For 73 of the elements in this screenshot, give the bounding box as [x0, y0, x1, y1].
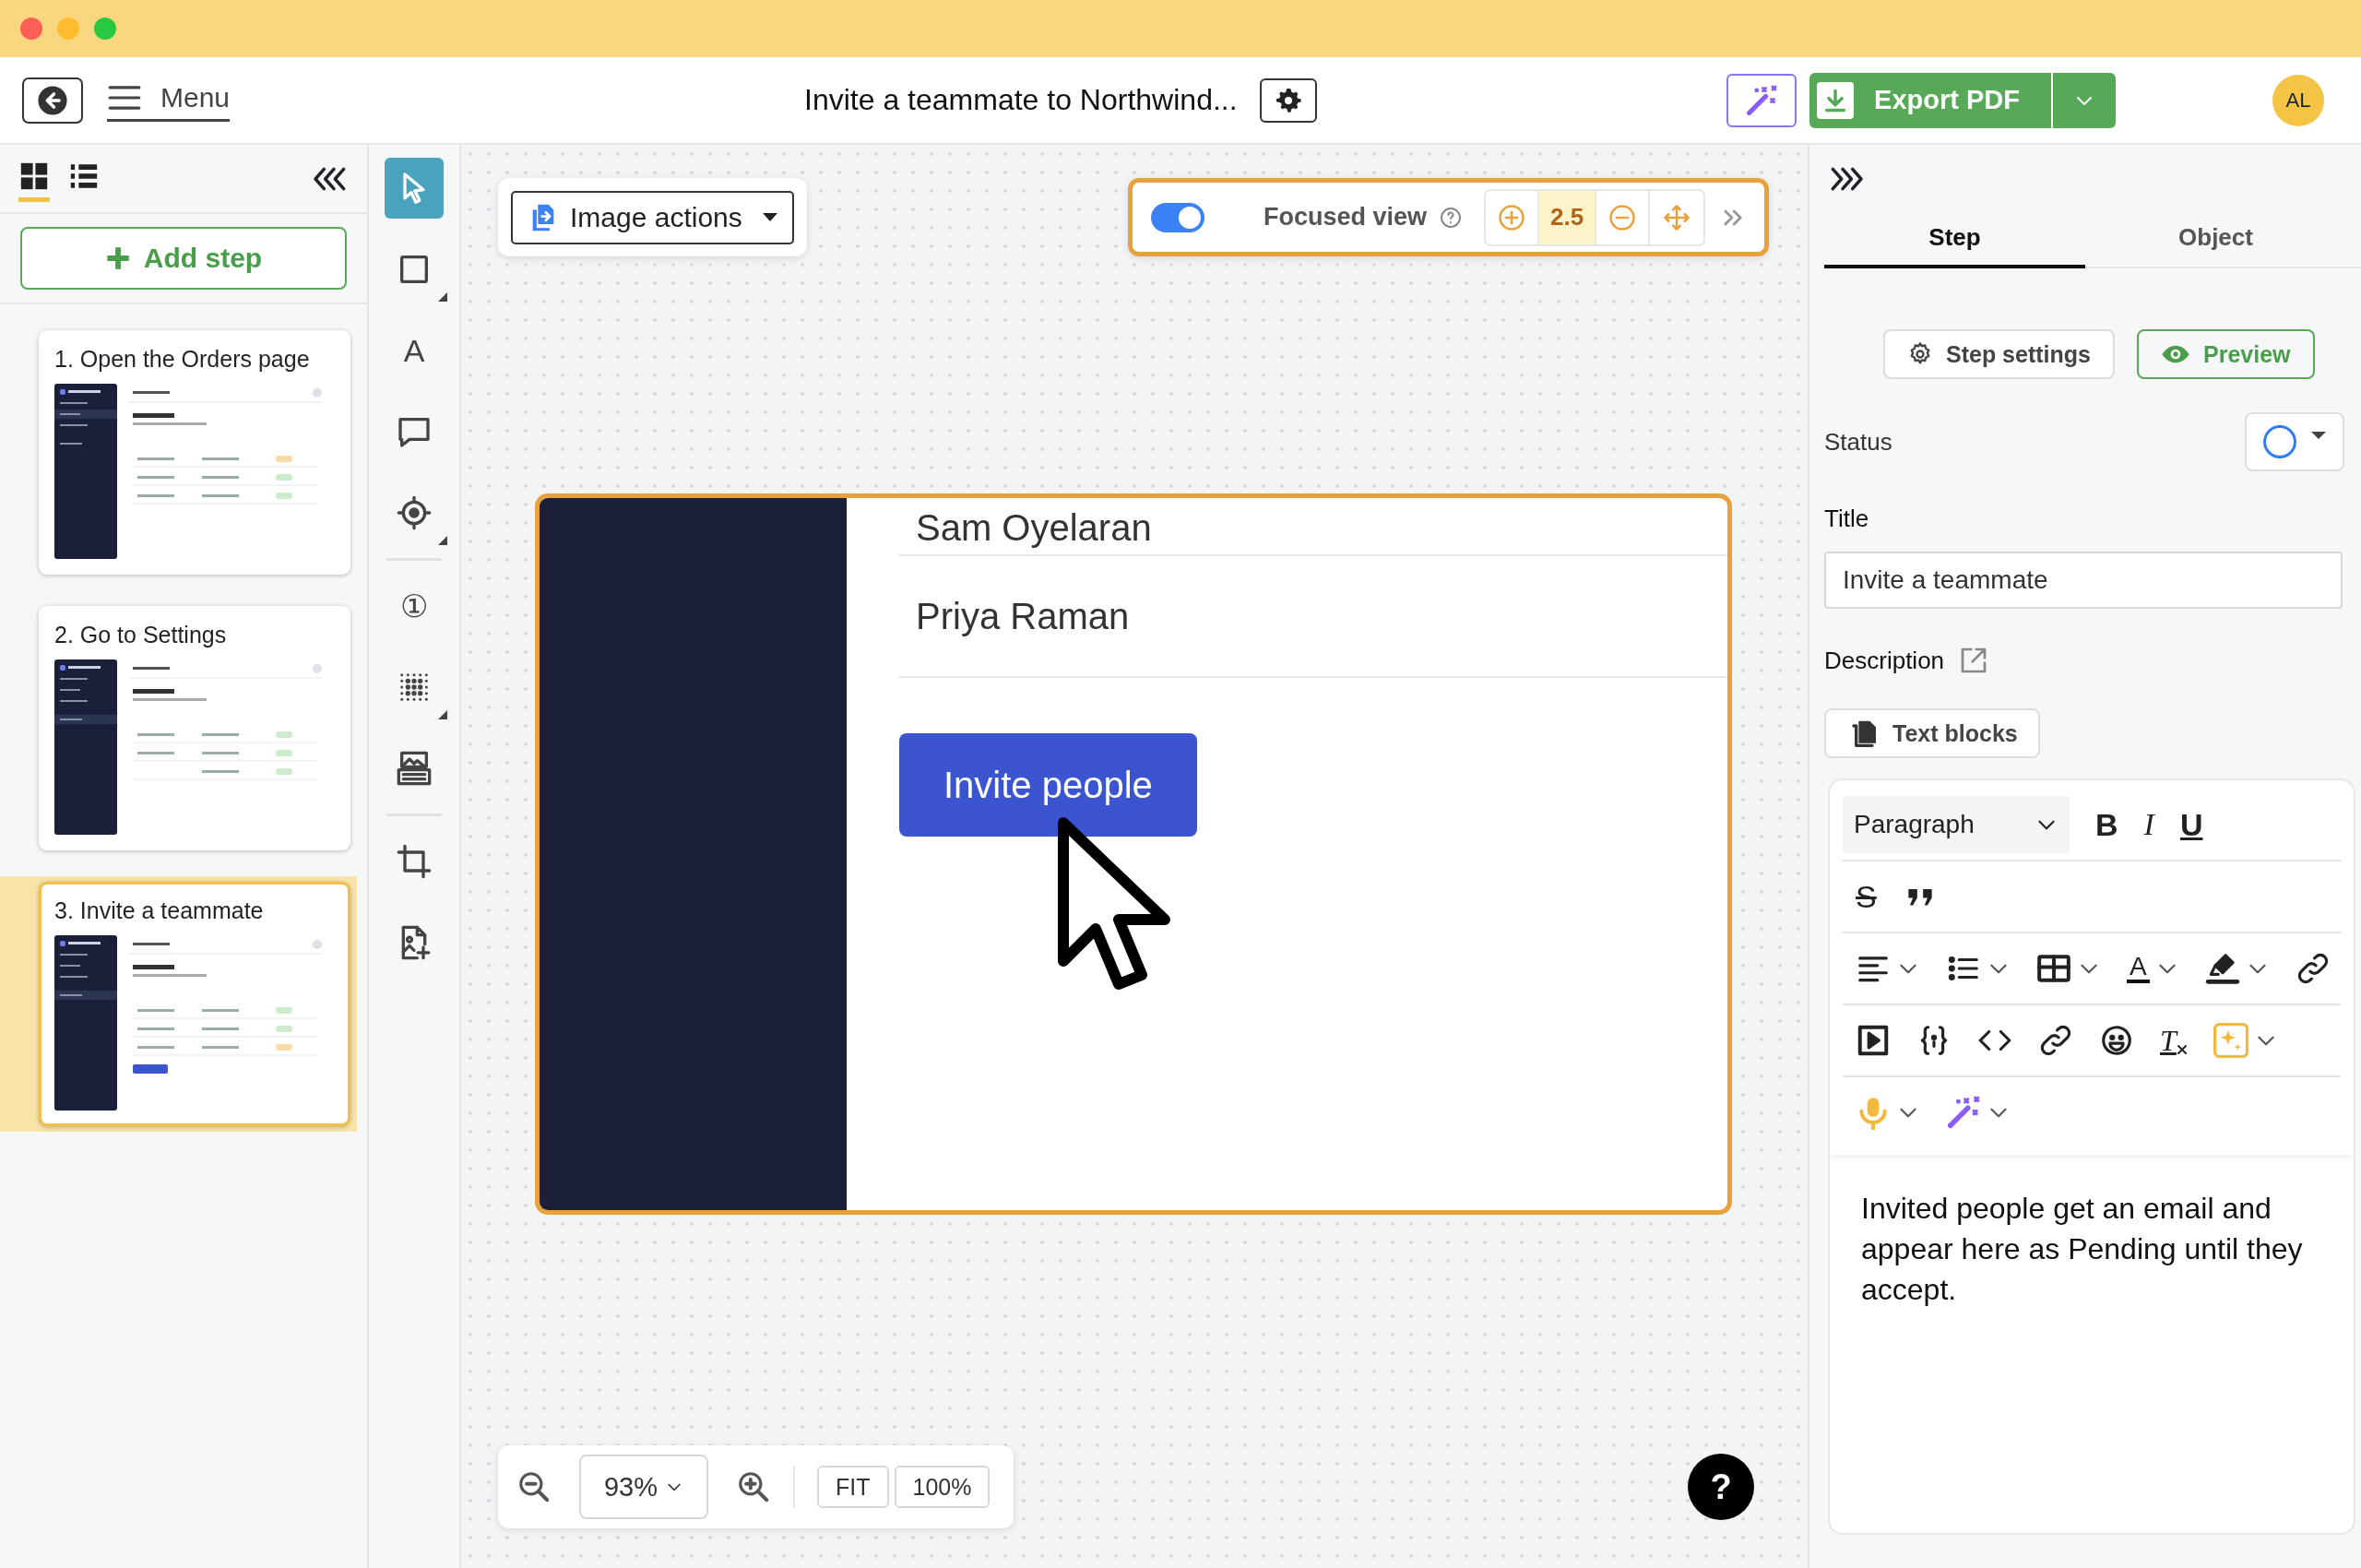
bold-button[interactable]: B [2095, 809, 2118, 840]
paragraph-style-dropdown[interactable]: Paragraph [1843, 796, 2070, 853]
select-tool-button[interactable] [385, 158, 444, 219]
title-input-field[interactable]: Invite a teammate [1824, 552, 2343, 609]
panel-tab[interactable]: Object [2085, 209, 2346, 268]
step-title: 1. Open the Orders page [54, 346, 311, 373]
title-label: Title [1824, 505, 1870, 533]
link-icon [2038, 1023, 2073, 1058]
zoom-out-button[interactable] [516, 1469, 552, 1504]
text-tool-button[interactable]: A [385, 320, 444, 381]
highlighter-icon [2204, 951, 2240, 986]
description-label: Description [1824, 646, 1945, 675]
focused-view-toggle[interactable] [1151, 202, 1204, 232]
help-button[interactable]: ? [1688, 1454, 1754, 1520]
step-card[interactable]: 2. Go to Settings [39, 606, 350, 850]
minus-circle-icon [1608, 203, 1637, 232]
settings-button[interactable] [1259, 77, 1317, 123]
actual-size-button[interactable]: 100% [894, 1466, 991, 1508]
fit-button[interactable]: FIT [817, 1466, 889, 1508]
step-card[interactable]: 3. Invite a teammate [39, 882, 350, 1126]
zoom-in-icon [736, 1469, 771, 1504]
step-title: 2. Go to Settings [54, 622, 228, 648]
crosshair-icon [396, 494, 433, 531]
step-settings-button[interactable]: Step settings [1883, 329, 2115, 379]
italic-button[interactable]: I [2143, 809, 2154, 840]
settings-icon [1274, 86, 1302, 114]
caret-icon [762, 213, 777, 221]
strike-button[interactable]: S [1856, 881, 1877, 912]
image-actions-dropdown[interactable]: Image actions [511, 190, 794, 244]
member-name: Priya Raman [916, 595, 1130, 637]
smiley-icon [2099, 1023, 2134, 1058]
sparkle-icon [2213, 1023, 2248, 1058]
link-button[interactable] [2038, 1023, 2073, 1058]
text-color-button[interactable]: A [2127, 954, 2150, 983]
menu-icon [107, 84, 142, 112]
magic-wand-icon [1745, 83, 1779, 117]
member-name: Sam Oyelaran [916, 507, 1152, 549]
plus-circle-icon [1498, 203, 1526, 232]
status-dropdown[interactable] [2245, 412, 2344, 471]
document-title: Invite a teammate to Northwind... [804, 83, 1238, 117]
help-icon [1440, 206, 1463, 229]
plus-icon [104, 245, 131, 271]
magic-wand-button[interactable] [1726, 73, 1797, 127]
user-avatar[interactable]: AL [2272, 74, 2324, 126]
focus-zoom-value: 2.5 [1539, 190, 1597, 244]
caret-icon [2311, 432, 2326, 439]
step-card[interactable]: 1. Open the Orders page [39, 330, 350, 575]
menu-button[interactable]: Menu [107, 78, 231, 122]
status-label: Status [1824, 427, 1892, 457]
zoom-in-button[interactable] [736, 1469, 771, 1504]
step-title: 3. Invite a teammate [54, 897, 265, 924]
back-button[interactable] [22, 77, 83, 124]
description-text: Invited people get an email and appear here as Pending until they accept. [1860, 1191, 2304, 1308]
grid-icon [18, 160, 50, 192]
underline-button[interactable]: U [2179, 809, 2203, 840]
zoom-out-icon [516, 1469, 552, 1504]
magic-wand-icon [1946, 1095, 1981, 1130]
focused-view-label: Focused view [1264, 203, 1428, 232]
zoom-level-dropdown[interactable]: 93% [579, 1455, 708, 1519]
export-options-button[interactable] [2051, 72, 2116, 128]
highlight-button[interactable] [2204, 951, 2240, 986]
image-caption-icon [396, 750, 433, 787]
text-blocks-button[interactable]: Text blocks [1824, 708, 2040, 758]
crop-icon [396, 843, 433, 880]
play-box-icon [1856, 1023, 1891, 1058]
clear-format-button[interactable]: T [2160, 1026, 2188, 1055]
magic-button[interactable] [1946, 1095, 1981, 1130]
video-button[interactable] [1856, 1023, 1891, 1058]
move-icon [1663, 203, 1691, 232]
emoji-button[interactable] [2099, 1023, 2134, 1058]
step-number-tool-button[interactable]: ① [385, 576, 444, 636]
panel-tab[interactable]: Step [1824, 209, 2085, 268]
status-circle-icon [2263, 425, 2296, 458]
